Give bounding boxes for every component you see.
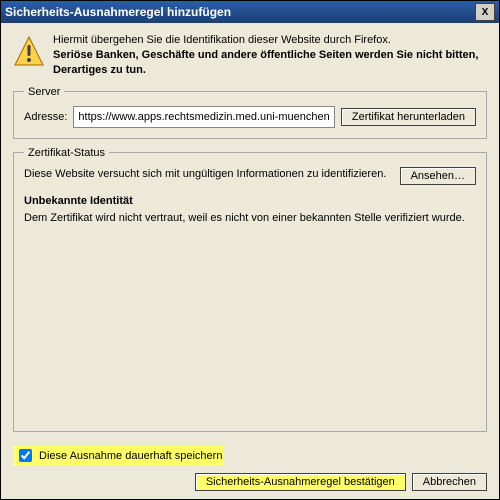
cancel-button[interactable]: Abbrechen	[412, 473, 487, 491]
cert-status-row: Diese Website versucht sich mit ungültig…	[24, 167, 476, 185]
address-input[interactable]	[73, 106, 334, 128]
intro-line1: Hiermit übergehen Sie die Identifikation…	[53, 33, 487, 48]
address-label: Adresse:	[24, 111, 67, 123]
cert-status-text: Diese Website versucht sich mit ungültig…	[24, 167, 390, 182]
intro-line2: Seriöse Banken, Geschäfte und andere öff…	[53, 48, 487, 78]
unknown-identity-detail: Dem Zertifikat wird nicht vertraut, weil…	[24, 211, 476, 226]
persist-exception-checkbox[interactable]	[19, 449, 32, 462]
footer: Diese Ausnahme dauerhaft speichern Siche…	[13, 440, 487, 491]
server-row: Adresse: Zertifikat herunterladen	[24, 106, 476, 128]
server-fieldset: Server Adresse: Zertifikat herunterladen	[13, 86, 487, 139]
unknown-identity-heading: Unbekannte Identität	[24, 195, 476, 207]
dialog-body: Hiermit übergehen Sie die Identifikation…	[1, 23, 499, 499]
close-button[interactable]: X	[475, 3, 495, 21]
close-icon: X	[482, 7, 489, 18]
server-legend: Server	[24, 86, 64, 98]
button-row: Sicherheits-Ausnahmeregel bestätigen Abb…	[13, 473, 487, 491]
intro-area: Hiermit übergehen Sie die Identifikation…	[13, 33, 487, 78]
window-title: Sicherheits-Ausnahmeregel hinzufügen	[5, 5, 475, 19]
titlebar: Sicherheits-Ausnahmeregel hinzufügen X	[1, 1, 499, 23]
persist-exception-row: Diese Ausnahme dauerhaft speichern	[13, 446, 224, 465]
warning-icon	[13, 35, 45, 67]
download-cert-button[interactable]: Zertifikat herunterladen	[341, 108, 476, 126]
intro-text: Hiermit übergehen Sie die Identifikation…	[53, 33, 487, 78]
persist-exception-label: Diese Ausnahme dauerhaft speichern	[39, 450, 222, 462]
view-cert-button[interactable]: Ansehen…	[400, 167, 476, 185]
cert-status-legend: Zertifikat-Status	[24, 147, 109, 159]
confirm-button[interactable]: Sicherheits-Ausnahmeregel bestätigen	[195, 473, 406, 491]
dialog-window: Sicherheits-Ausnahmeregel hinzufügen X H…	[0, 0, 500, 500]
cert-status-wrapper: Zertifikat-Status Diese Website versucht…	[13, 147, 487, 440]
cert-status-fieldset: Zertifikat-Status Diese Website versucht…	[13, 147, 487, 432]
